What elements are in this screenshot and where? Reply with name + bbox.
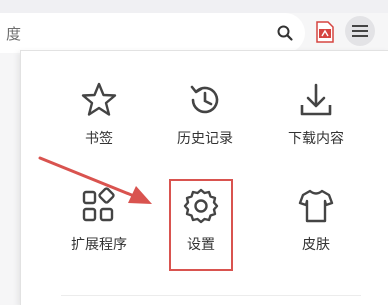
address-bar[interactable]: 度 <box>0 13 305 53</box>
download-icon <box>300 83 332 116</box>
search-text: 度 <box>6 25 22 43</box>
search-icon[interactable] <box>276 24 294 42</box>
pdf-icon[interactable] <box>315 21 335 43</box>
menu-item-history[interactable]: 历史记录 <box>155 81 255 171</box>
menu-item-bookmarks[interactable]: 书签 <box>49 81 149 171</box>
hamburger-icon <box>352 25 368 37</box>
menu-item-label: 书签 <box>85 131 113 147</box>
menu-item-extensions[interactable]: 扩展程序 <box>49 187 149 277</box>
menu-item-label: 历史记录 <box>177 131 233 147</box>
history-icon <box>190 85 219 114</box>
top-strip <box>0 0 388 13</box>
settings-highlight-box <box>169 179 233 271</box>
menu-item-label: 皮肤 <box>302 237 330 253</box>
dropdown-menu: 书签 历史记录 下载内容 扩展程序 设置 皮肤 <box>20 50 388 305</box>
main-menu-button[interactable] <box>345 16 375 46</box>
star-icon <box>81 82 117 116</box>
menu-item-skins[interactable]: 皮肤 <box>266 187 366 277</box>
extensions-icon <box>82 187 115 222</box>
menu-item-label: 下载内容 <box>288 131 344 147</box>
shirt-icon <box>298 189 334 223</box>
menu-item-downloads[interactable]: 下载内容 <box>266 81 366 171</box>
menu-item-label: 扩展程序 <box>71 237 127 253</box>
divider <box>61 295 361 296</box>
